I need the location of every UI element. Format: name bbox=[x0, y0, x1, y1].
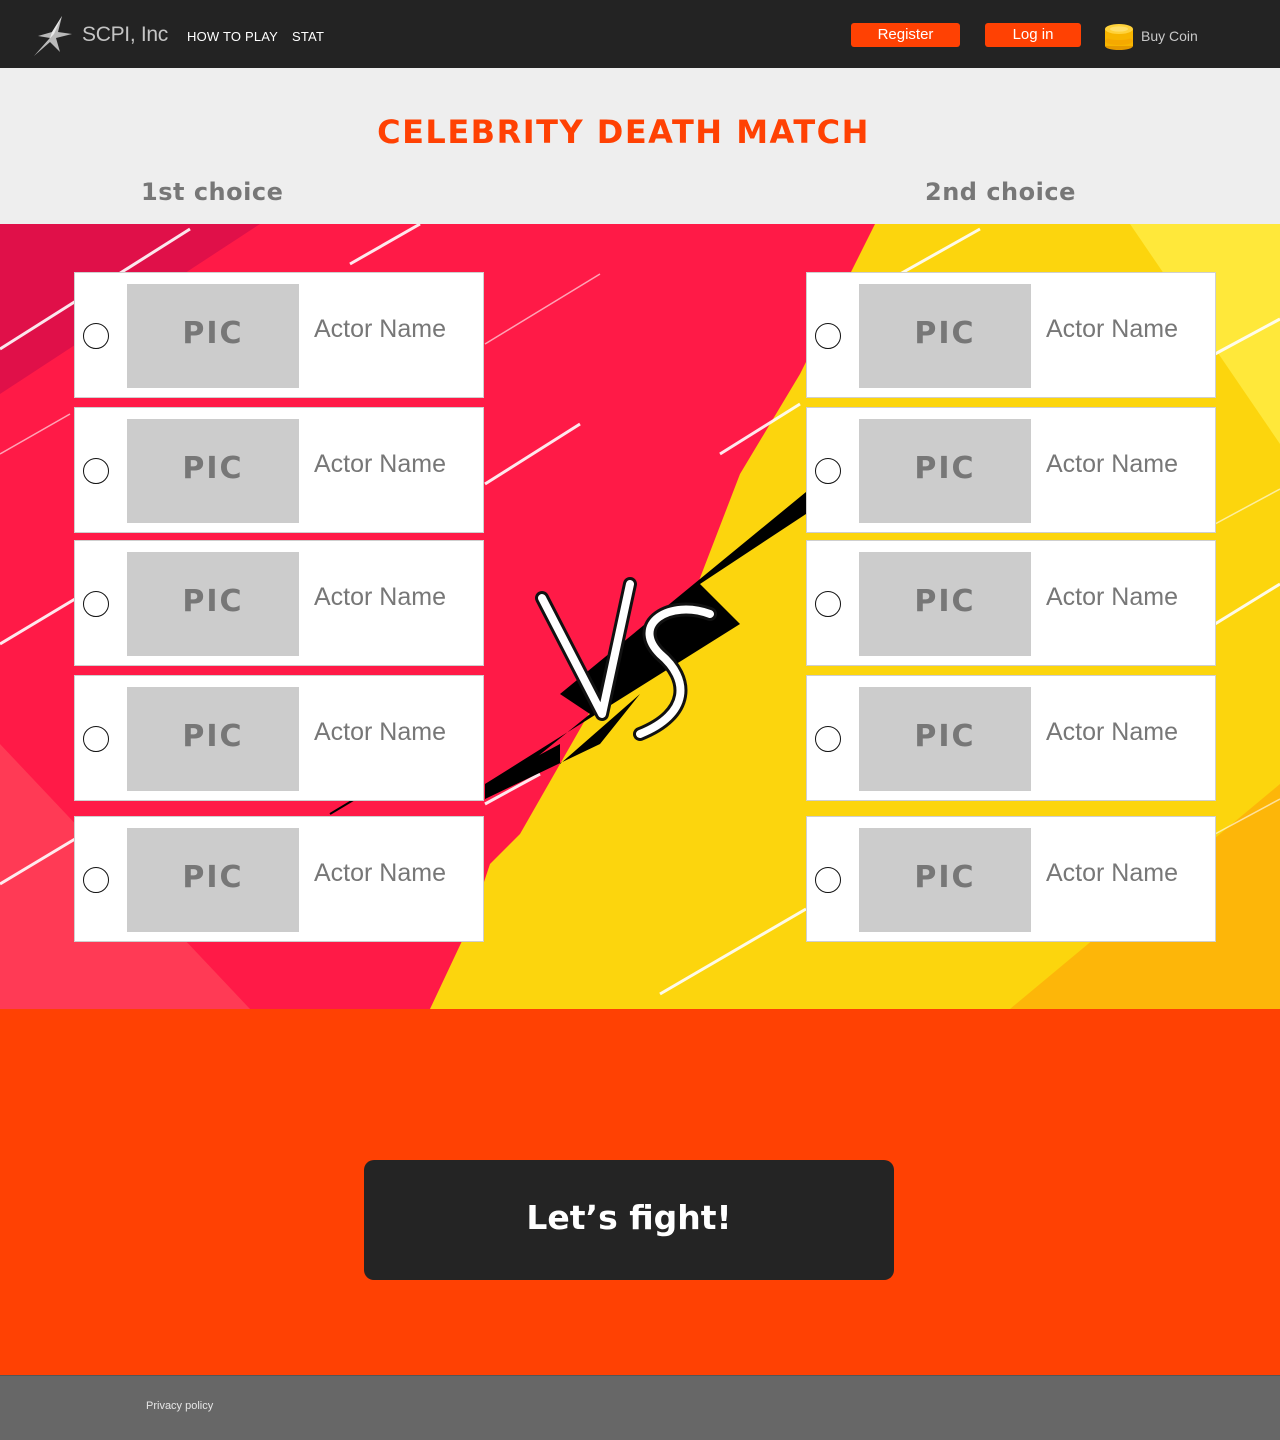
actor-name: Actor Name bbox=[314, 450, 446, 478]
actor-name: Actor Name bbox=[314, 859, 446, 887]
second-choice-heading: 2nd choice bbox=[925, 178, 1076, 206]
login-button[interactable]: Log in bbox=[985, 23, 1081, 47]
actor-name: Actor Name bbox=[1046, 583, 1178, 611]
nav-stat[interactable]: STAT bbox=[292, 29, 324, 44]
right-choice-radio[interactable] bbox=[815, 458, 841, 484]
actor-picture-placeholder: PIC bbox=[859, 687, 1031, 791]
right-choice-card[interactable]: PIC Actor Name bbox=[806, 272, 1216, 398]
actor-name: Actor Name bbox=[314, 583, 446, 611]
buy-coin-label: Buy Coin bbox=[1141, 28, 1198, 44]
left-choice-radio[interactable] bbox=[83, 591, 109, 617]
right-choice-card[interactable]: PIC Actor Name bbox=[806, 816, 1216, 942]
top-navigation-bar: SCPI, Inc HOW TO PLAY STAT Register Log … bbox=[0, 0, 1280, 68]
left-choice-card[interactable]: PIC Actor Name bbox=[74, 272, 484, 398]
nav-how-to-play[interactable]: HOW TO PLAY bbox=[187, 29, 278, 44]
left-choice-radio[interactable] bbox=[83, 867, 109, 893]
actor-name: Actor Name bbox=[1046, 859, 1178, 887]
actor-picture-placeholder: PIC bbox=[127, 687, 299, 791]
privacy-policy-link[interactable]: Privacy policy bbox=[146, 1400, 213, 1412]
versus-icon bbox=[535, 577, 717, 741]
left-choice-radio[interactable] bbox=[83, 458, 109, 484]
left-choice-card[interactable]: PIC Actor Name bbox=[74, 540, 484, 666]
actor-picture-placeholder: PIC bbox=[859, 828, 1031, 932]
brand-name[interactable]: SCPI, Inc bbox=[82, 23, 168, 47]
actor-picture-placeholder: PIC bbox=[859, 419, 1031, 523]
left-choice-card[interactable]: PIC Actor Name bbox=[74, 816, 484, 942]
left-choice-radio[interactable] bbox=[83, 726, 109, 752]
first-choice-heading: 1st choice bbox=[141, 178, 284, 206]
coin-stack-icon bbox=[1105, 24, 1133, 50]
left-choice-radio[interactable] bbox=[83, 323, 109, 349]
left-choice-card[interactable]: PIC Actor Name bbox=[74, 407, 484, 533]
actor-picture-placeholder: PIC bbox=[859, 284, 1031, 388]
left-choice-card[interactable]: PIC Actor Name bbox=[74, 675, 484, 801]
page-title: CELEBRITY DEATH MATCH bbox=[377, 113, 870, 151]
right-choice-card[interactable]: PIC Actor Name bbox=[806, 407, 1216, 533]
buy-coin-button[interactable]: Buy Coin bbox=[1102, 18, 1212, 52]
shuriken-logo-icon[interactable] bbox=[30, 14, 74, 58]
actor-picture-placeholder: PIC bbox=[127, 828, 299, 932]
actor-picture-placeholder: PIC bbox=[859, 552, 1031, 656]
right-choice-radio[interactable] bbox=[815, 726, 841, 752]
footer: Privacy policy bbox=[0, 1375, 1280, 1440]
actor-name: Actor Name bbox=[314, 718, 446, 746]
register-button[interactable]: Register bbox=[851, 23, 960, 47]
actor-picture-placeholder: PIC bbox=[127, 419, 299, 523]
right-choice-radio[interactable] bbox=[815, 323, 841, 349]
right-choice-radio[interactable] bbox=[815, 867, 841, 893]
right-choice-card[interactable]: PIC Actor Name bbox=[806, 675, 1216, 801]
right-choice-radio[interactable] bbox=[815, 591, 841, 617]
actor-name: Actor Name bbox=[1046, 718, 1178, 746]
actor-picture-placeholder: PIC bbox=[127, 552, 299, 656]
right-choice-card[interactable]: PIC Actor Name bbox=[806, 540, 1216, 666]
actor-name: Actor Name bbox=[1046, 450, 1178, 478]
actor-picture-placeholder: PIC bbox=[127, 284, 299, 388]
actor-name: Actor Name bbox=[314, 315, 446, 343]
fight-section: Let’s fight! bbox=[0, 1009, 1280, 1375]
battle-arena: PIC Actor Name PIC Actor Name PIC Actor … bbox=[0, 224, 1280, 1009]
lets-fight-button[interactable]: Let’s fight! bbox=[364, 1160, 894, 1280]
actor-name: Actor Name bbox=[1046, 315, 1178, 343]
